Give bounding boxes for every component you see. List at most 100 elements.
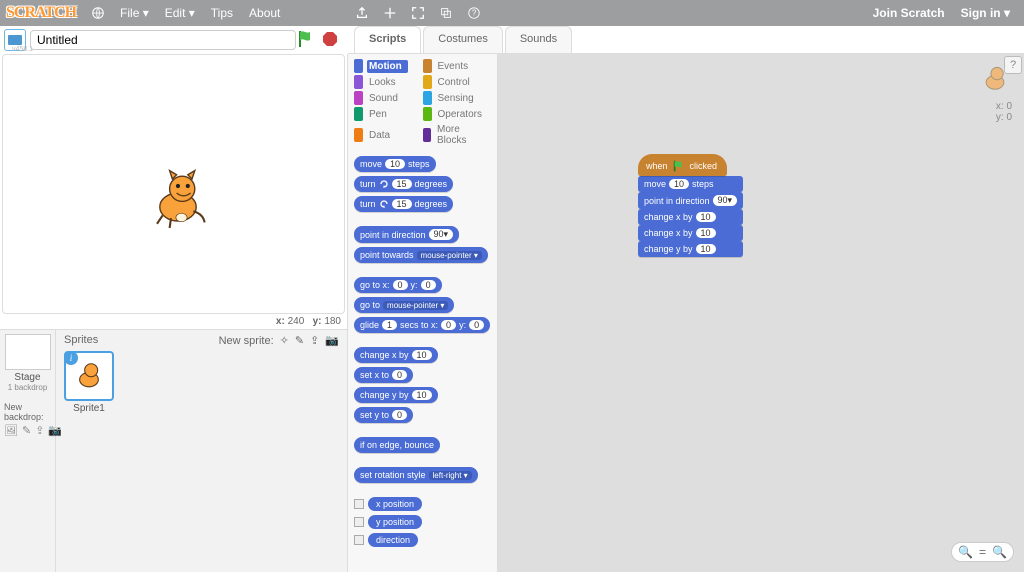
zoom-in-button[interactable]: 🔍	[992, 545, 1007, 559]
tab-sounds[interactable]: Sounds	[505, 26, 572, 53]
block-if-edge-bounce[interactable]: if on edge, bounce	[354, 437, 440, 453]
block-point-towards[interactable]: point towardsmouse-pointer ▾	[354, 247, 488, 263]
file-menu[interactable]: File ▾	[120, 6, 149, 20]
category-label: Sound	[367, 92, 400, 105]
block-set-rotation-style[interactable]: set rotation styleleft-right ▾	[354, 467, 478, 483]
category-swatch	[354, 91, 363, 105]
join-scratch-link[interactable]: Join Scratch	[873, 6, 945, 20]
block-change-y[interactable]: change y by10	[354, 387, 438, 403]
about-menu[interactable]: About	[249, 6, 280, 20]
share-icon[interactable]	[354, 5, 370, 21]
script-block-4[interactable]: change x by10	[638, 225, 743, 241]
small-stage-icon[interactable]	[382, 5, 398, 21]
paint-backdrop-icon[interactable]: ✎	[22, 424, 31, 438]
block-goto-xy[interactable]: go to x:0y:0	[354, 277, 442, 293]
category-events[interactable]: Events	[423, 58, 492, 74]
category-swatch	[354, 75, 363, 89]
category-label: Operators	[436, 108, 484, 121]
script-block-1[interactable]: move10steps	[638, 176, 743, 192]
zoom-out-button[interactable]: 🔍	[958, 545, 973, 559]
camera-sprite-icon[interactable]: 📷	[325, 334, 339, 347]
stop-button[interactable]	[322, 31, 338, 50]
zoom-controls: 🔍 = 🔍	[951, 542, 1014, 562]
reporter-direction[interactable]: direction	[368, 533, 418, 547]
choose-backdrop-icon[interactable]: 🖼	[4, 424, 18, 438]
version-label: v458.1	[12, 46, 33, 53]
block-turn-ccw[interactable]: turn15degrees	[354, 196, 453, 212]
category-label: Control	[436, 76, 472, 89]
category-label: Events	[436, 60, 471, 73]
duplicate-icon[interactable]	[438, 5, 454, 21]
sign-in-link[interactable]: Sign in ▾	[961, 6, 1010, 20]
sprite-xy-readout: x: 0 y: 0	[978, 101, 1012, 123]
edit-menu[interactable]: Edit ▾	[165, 6, 195, 20]
green-flag-button[interactable]	[296, 29, 316, 52]
category-label: Data	[367, 129, 392, 142]
category-swatch	[423, 128, 432, 142]
sprite-name-label: Sprite1	[64, 403, 114, 414]
category-control[interactable]: Control	[423, 74, 492, 90]
category-swatch	[423, 59, 432, 73]
globe-icon[interactable]	[90, 5, 106, 21]
upload-backdrop-icon[interactable]: ⇪	[35, 424, 44, 438]
paint-sprite-icon[interactable]: ✎	[295, 334, 304, 347]
category-label: Pen	[367, 108, 389, 121]
checkbox-x-position[interactable]	[354, 499, 364, 509]
block-glide[interactable]: glide1secs to x:0y:0	[354, 317, 490, 333]
new-backdrop-label: New backdrop:	[4, 402, 51, 422]
tips-menu[interactable]: Tips	[211, 6, 233, 20]
stage-thumbnail[interactable]	[5, 334, 51, 370]
block-point-direction[interactable]: point in direction90▾	[354, 226, 459, 243]
hat-when-flag-clicked[interactable]: when clicked	[638, 154, 727, 176]
stage-coord-readout: x: 240 y: 180	[0, 314, 347, 329]
block-goto[interactable]: go tomouse-pointer ▾	[354, 297, 454, 313]
choose-sprite-icon[interactable]: ✧	[280, 334, 289, 347]
category-swatch	[354, 107, 363, 121]
category-label: Motion	[367, 60, 408, 73]
tab-scripts[interactable]: Scripts	[354, 26, 421, 53]
category-more-blocks[interactable]: More Blocks	[423, 122, 492, 148]
block-palette: Motion Events Looks Control Sound Sensing Pen O…	[348, 54, 498, 572]
fullscreen-icon[interactable]	[410, 5, 426, 21]
category-swatch	[354, 128, 363, 142]
stage-label: Stage	[4, 372, 51, 383]
category-pen[interactable]: Pen	[354, 106, 423, 122]
help-icon[interactable]: ?	[466, 5, 482, 21]
checkbox-direction[interactable]	[354, 535, 364, 545]
sprite-on-stage[interactable]	[143, 165, 213, 235]
sprite-info-button[interactable]: i	[64, 351, 78, 365]
category-looks[interactable]: Looks	[354, 74, 423, 90]
category-operators[interactable]: Operators	[423, 106, 492, 122]
reporter-y-position[interactable]: y position	[368, 515, 422, 529]
block-set-x[interactable]: set x to0	[354, 367, 413, 383]
category-swatch	[354, 59, 363, 73]
category-motion[interactable]: Motion	[354, 58, 423, 74]
sprite-thumbnail-sprite1[interactable]: i	[64, 351, 114, 401]
svg-text:?: ?	[472, 9, 477, 18]
category-data[interactable]: Data	[354, 122, 423, 148]
zoom-reset-button[interactable]: =	[979, 545, 986, 559]
script-block-3[interactable]: change x by10	[638, 209, 743, 225]
stage-canvas[interactable]	[2, 54, 345, 314]
script-stack[interactable]: when clicked move10steps point in direct…	[638, 154, 743, 257]
checkbox-y-position[interactable]	[354, 517, 364, 527]
scratch-logo[interactable]: SCRATCH	[6, 4, 76, 22]
current-sprite-icon	[978, 62, 1012, 96]
script-block-5[interactable]: change y by10	[638, 241, 743, 257]
tab-costumes[interactable]: Costumes	[423, 26, 503, 53]
reporter-x-position[interactable]: x position	[368, 497, 422, 511]
block-turn-cw[interactable]: turn15degrees	[354, 176, 453, 192]
project-title-input[interactable]	[30, 30, 296, 50]
category-sensing[interactable]: Sensing	[423, 90, 492, 106]
category-label: Looks	[367, 76, 398, 89]
category-swatch	[423, 75, 432, 89]
scripts-canvas[interactable]: ? x: 0 y: 0 when clicked move10steps poi…	[498, 54, 1024, 572]
category-swatch	[423, 107, 432, 121]
block-change-x[interactable]: change x by10	[354, 347, 438, 363]
block-set-y[interactable]: set y to0	[354, 407, 413, 423]
upload-sprite-icon[interactable]: ⇪	[310, 334, 319, 347]
script-block-2[interactable]: point in direction90▾	[638, 192, 743, 209]
block-move-steps[interactable]: move10steps	[354, 156, 436, 172]
category-sound[interactable]: Sound	[354, 90, 423, 106]
category-label: Sensing	[436, 92, 476, 105]
